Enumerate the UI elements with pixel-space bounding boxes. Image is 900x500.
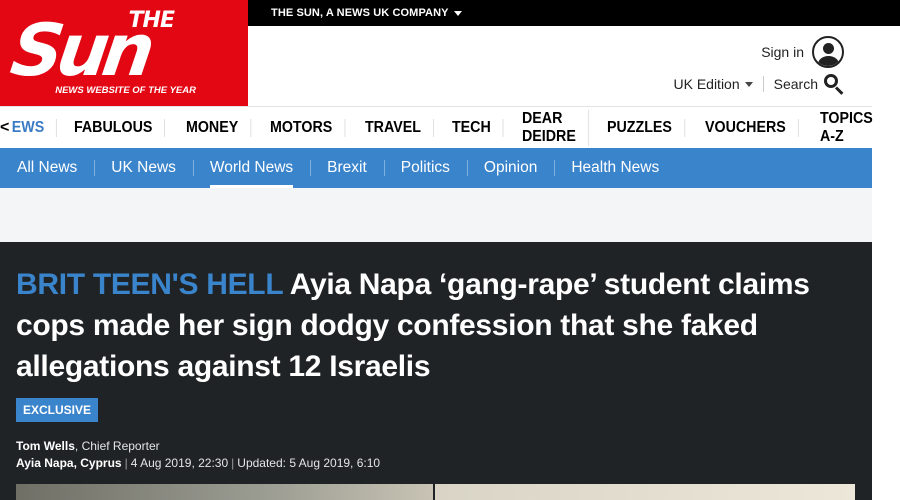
article-header: BRIT TEEN'S HELL Ayia Napa ‘gang-rape’ s… <box>0 242 872 500</box>
chevron-down-icon <box>744 81 753 87</box>
article-image-right <box>435 484 855 500</box>
chevron-down-icon <box>453 10 462 16</box>
search-icon <box>824 74 844 95</box>
logo-tagline: NEWS WEBSITE OF THE YEAR <box>55 85 196 96</box>
article-image-left <box>16 484 433 500</box>
nav-item-vouchers[interactable]: VOUCHERS <box>693 118 799 137</box>
user-icon <box>812 36 844 68</box>
dateline-separator: | <box>231 456 235 470</box>
subnav-world-news[interactable]: World News <box>192 148 310 188</box>
edition-label: UK Edition <box>673 76 740 92</box>
nav-item-news[interactable]: EWS <box>9 118 58 137</box>
subnav-health-news[interactable]: Health News <box>554 148 676 188</box>
headline-kicker: BRIT TEEN'S HELL <box>16 268 283 301</box>
subnav-all-news[interactable]: All News <box>0 148 94 188</box>
nav-item-money[interactable]: MONEY <box>174 118 252 137</box>
nav-item-travel[interactable]: TRAVEL <box>353 118 434 137</box>
nav-item-motors[interactable]: MOTORS <box>258 118 345 137</box>
nav-item-dear-deidre[interactable]: DEAR DEIDRE <box>510 109 589 146</box>
sign-in-label: Sign in <box>761 44 804 60</box>
dateline-location: Ayia Napa, Cyprus <box>16 456 122 470</box>
search-button[interactable]: Search <box>773 74 844 95</box>
author-link[interactable]: Tom Wells <box>16 439 75 453</box>
nav-item-topics-a-z[interactable]: TOPICS A-Z <box>808 110 885 146</box>
byline: Tom Wells, Chief Reporter <box>16 439 160 453</box>
search-label: Search <box>773 76 818 92</box>
edition-selector[interactable]: UK Edition <box>673 76 764 92</box>
nav-item-puzzles[interactable]: PUZZLES <box>595 118 685 137</box>
company-menu[interactable]: THE SUN, A NEWS UK COMPANY <box>271 0 462 26</box>
subnav-brexit[interactable]: Brexit <box>310 148 384 188</box>
the-sun-logo[interactable]: THE Sun NEWS WEBSITE OF THE YEAR <box>0 0 248 106</box>
nav-item-fabulous[interactable]: FABULOUS <box>62 118 165 137</box>
subnav-opinion[interactable]: Opinion <box>466 148 554 188</box>
exclusive-badge: EXCLUSIVE <box>16 398 99 422</box>
section-subnavigation: All News UK News World News Brexit Polit… <box>0 148 872 188</box>
dateline: Ayia Napa, Cyprus | 4 Aug 2019, 22:30 | Upda… <box>16 456 380 470</box>
right-gutter <box>872 26 900 500</box>
nav-scroll-left-button[interactable]: < <box>0 119 9 137</box>
sign-in-button[interactable]: Sign in <box>761 36 844 68</box>
published-time: 4 Aug 2019, 22:30 <box>130 456 229 470</box>
subnav-uk-news[interactable]: UK News <box>94 148 193 188</box>
dateline-separator: | <box>124 456 128 470</box>
site-header: Sign in UK Edition Search <box>248 26 872 106</box>
updated-time: Updated: 5 Aug 2019, 6:10 <box>237 456 381 470</box>
article-headline: BRIT TEEN'S HELL Ayia Napa ‘gang-rape’ s… <box>16 264 866 387</box>
edition-search-row: UK Edition Search <box>673 74 844 95</box>
logo-sun: Sun <box>6 8 155 92</box>
subnav-politics[interactable]: Politics <box>383 148 467 188</box>
nav-item-tech[interactable]: TECH <box>440 118 505 137</box>
author-role: , Chief Reporter <box>74 439 160 453</box>
main-navigation: < EWS FABULOUS MONEY MOTORS TRAVEL TECH … <box>0 106 872 148</box>
company-label: THE SUN, A NEWS UK COMPANY <box>271 7 449 19</box>
